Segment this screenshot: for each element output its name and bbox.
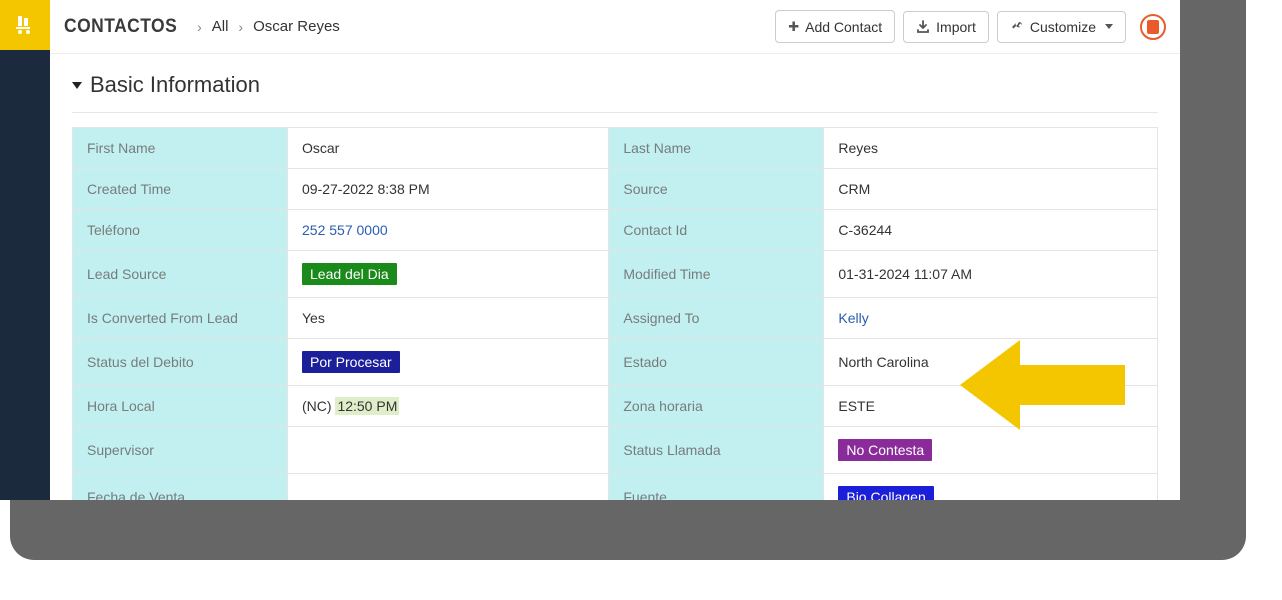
collapse-caret-icon bbox=[72, 82, 82, 89]
content-area: Basic Information First Name Oscar Last … bbox=[50, 54, 1180, 500]
table-row: First Name Oscar Last Name Reyes bbox=[73, 128, 1158, 169]
field-label: Fuente bbox=[609, 474, 824, 501]
clipboard-icon bbox=[1147, 20, 1159, 34]
field-value[interactable] bbox=[288, 427, 609, 474]
app-window: CONTACTOS › All › Oscar Reyes Add Contac… bbox=[0, 0, 1180, 500]
customize-label: Customize bbox=[1030, 19, 1096, 35]
field-label: Status del Debito bbox=[73, 339, 288, 386]
field-value[interactable]: No Contesta bbox=[824, 427, 1158, 474]
chevron-right-icon: › bbox=[197, 19, 202, 35]
field-value[interactable]: Bio Collagen bbox=[824, 474, 1158, 501]
field-label: Status Llamada bbox=[609, 427, 824, 474]
field-label: Fecha de Venta bbox=[73, 474, 288, 501]
table-row: Supervisor Status Llamada No Contesta bbox=[73, 427, 1158, 474]
breadcrumb-current: Oscar Reyes bbox=[253, 18, 340, 35]
field-value[interactable]: Lead del Dia bbox=[288, 251, 609, 298]
hora-local-time: 12:50 PM bbox=[335, 397, 399, 415]
field-value[interactable]: CRM bbox=[824, 169, 1158, 210]
table-row: Status del Debito Por Procesar Estado No… bbox=[73, 339, 1158, 386]
header-actions: Add Contact Import Customize bbox=[775, 10, 1166, 43]
breadcrumb-all[interactable]: All bbox=[212, 18, 229, 35]
section-title: Basic Information bbox=[90, 72, 260, 98]
add-contact-label: Add Contact bbox=[805, 19, 882, 35]
cart-icon bbox=[12, 12, 38, 38]
basic-info-table: First Name Oscar Last Name Reyes Created… bbox=[72, 127, 1158, 500]
field-label: Hora Local bbox=[73, 386, 288, 427]
import-button[interactable]: Import bbox=[903, 11, 989, 43]
assigned-to-link[interactable]: Kelly bbox=[838, 310, 868, 326]
import-icon bbox=[916, 20, 930, 34]
table-row: Fecha de Venta Fuente Bio Collagen bbox=[73, 474, 1158, 501]
wrench-icon bbox=[1010, 20, 1024, 34]
hora-local-prefix: (NC) bbox=[302, 398, 335, 414]
import-label: Import bbox=[936, 19, 976, 35]
add-contact-button[interactable]: Add Contact bbox=[775, 10, 895, 43]
field-value[interactable]: (NC) 12:50 PM bbox=[288, 386, 609, 427]
field-value[interactable]: 252 557 0000 bbox=[288, 210, 609, 251]
lead-source-tag: Lead del Dia bbox=[302, 263, 397, 285]
status-llamada-tag: No Contesta bbox=[838, 439, 932, 461]
table-row: Lead Source Lead del Dia Modified Time 0… bbox=[73, 251, 1158, 298]
chevron-right-icon: › bbox=[238, 19, 243, 35]
field-value[interactable]: Kelly bbox=[824, 298, 1158, 339]
app-logo[interactable] bbox=[0, 0, 50, 50]
header: CONTACTOS › All › Oscar Reyes Add Contac… bbox=[50, 0, 1180, 54]
field-value[interactable]: Reyes bbox=[824, 128, 1158, 169]
main-panel: CONTACTOS › All › Oscar Reyes Add Contac… bbox=[50, 0, 1180, 500]
field-label: Zona horaria bbox=[609, 386, 824, 427]
customize-button[interactable]: Customize bbox=[997, 11, 1126, 43]
field-value[interactable]: Yes bbox=[288, 298, 609, 339]
field-label: Created Time bbox=[73, 169, 288, 210]
notification-badge[interactable] bbox=[1140, 14, 1166, 40]
field-label: Contact Id bbox=[609, 210, 824, 251]
field-label: Lead Source bbox=[73, 251, 288, 298]
field-value[interactable]: Por Procesar bbox=[288, 339, 609, 386]
field-value[interactable]: 01-31-2024 11:07 AM bbox=[824, 251, 1158, 298]
status-debito-tag: Por Procesar bbox=[302, 351, 400, 373]
plus-icon bbox=[788, 18, 799, 35]
breadcrumb: CONTACTOS › All › Oscar Reyes bbox=[64, 16, 775, 38]
field-value[interactable]: North Carolina bbox=[824, 339, 1158, 386]
field-value[interactable]: 09-27-2022 8:38 PM bbox=[288, 169, 609, 210]
field-label: Source bbox=[609, 169, 824, 210]
module-title[interactable]: CONTACTOS bbox=[64, 16, 177, 38]
field-value[interactable]: C-36244 bbox=[824, 210, 1158, 251]
sidebar bbox=[0, 0, 50, 500]
field-label: Last Name bbox=[609, 128, 824, 169]
phone-link[interactable]: 252 557 0000 bbox=[302, 222, 388, 238]
field-label: Is Converted From Lead bbox=[73, 298, 288, 339]
table-row: Teléfono 252 557 0000 Contact Id C-36244 bbox=[73, 210, 1158, 251]
field-value[interactable]: ESTE bbox=[824, 386, 1158, 427]
field-value[interactable]: Oscar bbox=[288, 128, 609, 169]
fuente-tag: Bio Collagen bbox=[838, 486, 933, 500]
field-value[interactable] bbox=[288, 474, 609, 501]
caret-down-icon bbox=[1105, 24, 1113, 29]
section-header[interactable]: Basic Information bbox=[72, 64, 1158, 113]
table-row: Is Converted From Lead Yes Assigned To K… bbox=[73, 298, 1158, 339]
field-label: Modified Time bbox=[609, 251, 824, 298]
field-label: Teléfono bbox=[73, 210, 288, 251]
field-label: Supervisor bbox=[73, 427, 288, 474]
field-label: Estado bbox=[609, 339, 824, 386]
table-row: Created Time 09-27-2022 8:38 PM Source C… bbox=[73, 169, 1158, 210]
table-row: Hora Local (NC) 12:50 PM Zona horaria ES… bbox=[73, 386, 1158, 427]
field-label: First Name bbox=[73, 128, 288, 169]
field-label: Assigned To bbox=[609, 298, 824, 339]
